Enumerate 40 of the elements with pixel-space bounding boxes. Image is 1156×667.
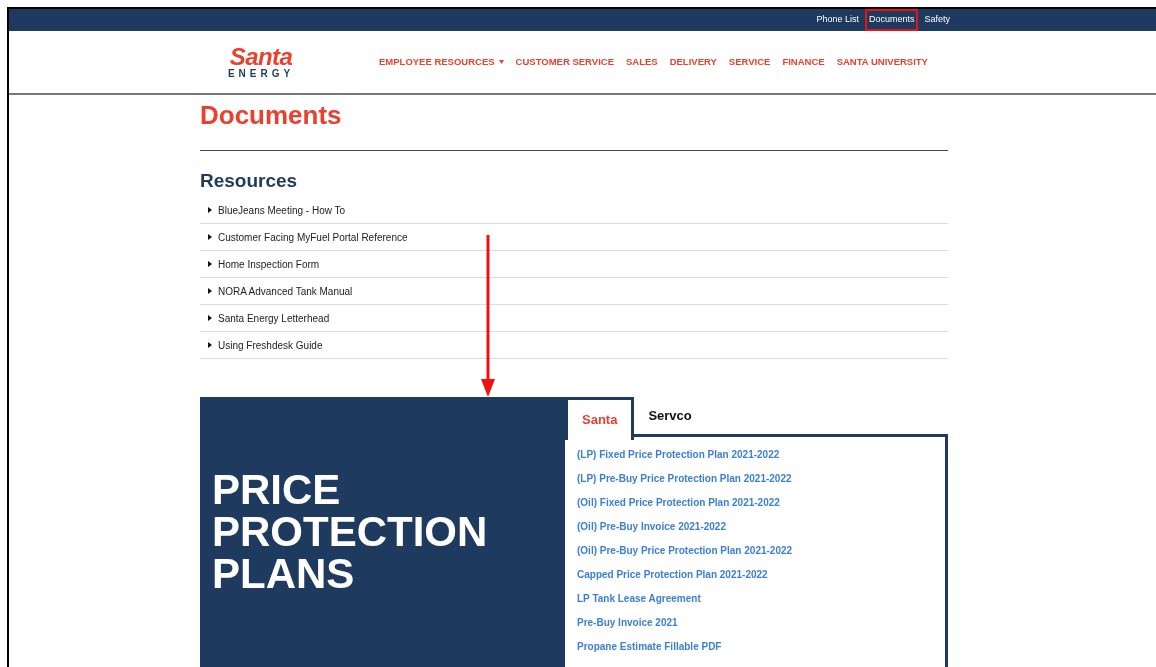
nav-link[interactable]: SANTA UNIVERSITY [836, 54, 928, 70]
document-link[interactable]: (LP) Fixed Price Protection Plan 2021-2022 [577, 447, 780, 463]
page-title: Documents [200, 99, 343, 131]
document-link[interactable]: (Oil) Fixed Price Protection Plan 2021-2022 [577, 495, 780, 511]
resource-item[interactable]: NORA Advanced Tank Manual [200, 278, 948, 305]
top-link[interactable]: Phone List [814, 11, 861, 29]
top-link[interactable]: Safety [922, 11, 952, 29]
section-heading: Resources [200, 169, 299, 193]
document-link[interactable]: (Oil) Pre-Buy Invoice 2021-2022 [577, 519, 726, 535]
nav-link[interactable]: FINANCE [782, 54, 825, 70]
banner-title: PROTECTION [212, 511, 489, 553]
nav-link[interactable]: SERVICE [728, 54, 771, 70]
resource-item[interactable]: Using Freshdesk Guide [200, 332, 948, 359]
nav-link[interactable]: DELIVERY [669, 54, 717, 70]
triangle-icon [208, 315, 212, 321]
resource-item[interactable]: Customer Facing MyFuel Portal Reference [200, 224, 948, 251]
document-link[interactable]: Pre-Buy Invoice 2021 [577, 615, 678, 631]
tab[interactable]: Servco [634, 397, 706, 437]
logo[interactable]: Santa ENERGY [216, 45, 306, 79]
triangle-icon [208, 207, 212, 213]
resource-item[interactable]: Santa Energy Letterhead [200, 305, 948, 332]
nav-link[interactable]: SALES [626, 54, 658, 70]
triangle-icon [208, 234, 212, 240]
tab[interactable]: Santa [565, 397, 635, 440]
caret-icon [498, 60, 504, 64]
triangle-icon [208, 342, 212, 348]
document-link[interactable]: (LP) Pre-Buy Price Protection Plan 2021-2022 [577, 471, 792, 487]
nav-link[interactable]: EMPLOYEE RESOURCES [379, 54, 504, 70]
document-link[interactable]: (Oil) Pre-Buy Price Protection Plan 2021-2022 [577, 543, 793, 559]
top-link[interactable]: Documents [866, 11, 917, 29]
nav-link[interactable]: CUSTOMER SERVICE [515, 54, 614, 70]
banner-title: PLANS [212, 553, 356, 595]
resource-item[interactable]: BlueJeans Meeting - How To [200, 197, 948, 224]
triangle-icon [208, 261, 212, 267]
banner-title: PRICE [212, 469, 342, 511]
resource-item[interactable]: Home Inspection Form [200, 251, 948, 278]
document-link[interactable]: Capped Price Protection Plan 2021-2022 [577, 567, 768, 583]
document-link[interactable]: Propane Estimate Fillable PDF [577, 639, 722, 655]
triangle-icon [208, 288, 212, 294]
document-link[interactable]: LP Tank Lease Agreement [577, 591, 701, 607]
